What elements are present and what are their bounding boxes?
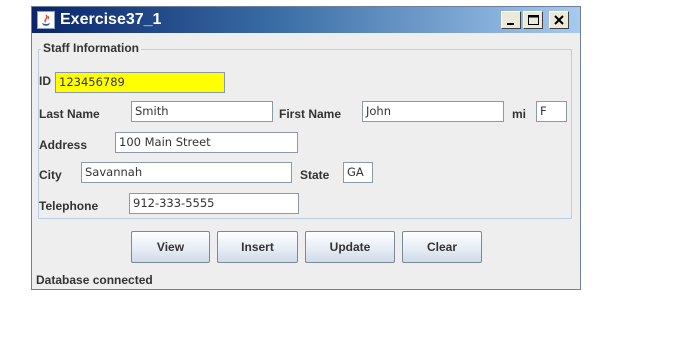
mi-label: mi (512, 107, 527, 121)
maximize-icon (528, 15, 539, 25)
telephone-field[interactable]: 912-333-5555 (129, 193, 299, 214)
id-field[interactable]: 123456789 (55, 72, 225, 93)
close-icon (554, 15, 564, 25)
clear-button[interactable]: Clear (402, 231, 482, 263)
last-name-field[interactable]: Smith (131, 101, 273, 122)
close-button[interactable] (549, 11, 569, 29)
city-label: City (39, 168, 62, 182)
status-text: Database connected (36, 273, 153, 287)
telephone-label: Telephone (39, 199, 99, 213)
address-field[interactable]: 100 Main Street (115, 132, 298, 153)
app-window: Exercise37_1 Staff Information ID 123456… (31, 6, 581, 290)
first-name-label: First Name (279, 107, 342, 121)
last-name-label: Last Name (39, 107, 100, 121)
minimize-button[interactable] (501, 11, 521, 29)
city-field[interactable]: Savannah (81, 162, 292, 183)
state-label: State (300, 168, 330, 182)
address-label: Address (39, 138, 88, 152)
java-icon (37, 11, 55, 29)
first-name-field[interactable]: John (362, 101, 504, 122)
maximize-button[interactable] (523, 11, 543, 29)
group-title: Staff Information (41, 40, 141, 56)
state-field[interactable]: GA (343, 162, 373, 183)
window-title: Exercise37_1 (60, 11, 162, 28)
id-label: ID (39, 74, 51, 88)
mi-field[interactable]: F (536, 101, 567, 122)
view-button[interactable]: View (131, 231, 210, 263)
update-button[interactable]: Update (305, 231, 395, 263)
title-bar[interactable]: Exercise37_1 (32, 7, 580, 33)
minimize-icon (507, 23, 514, 25)
insert-button[interactable]: Insert (217, 231, 298, 263)
